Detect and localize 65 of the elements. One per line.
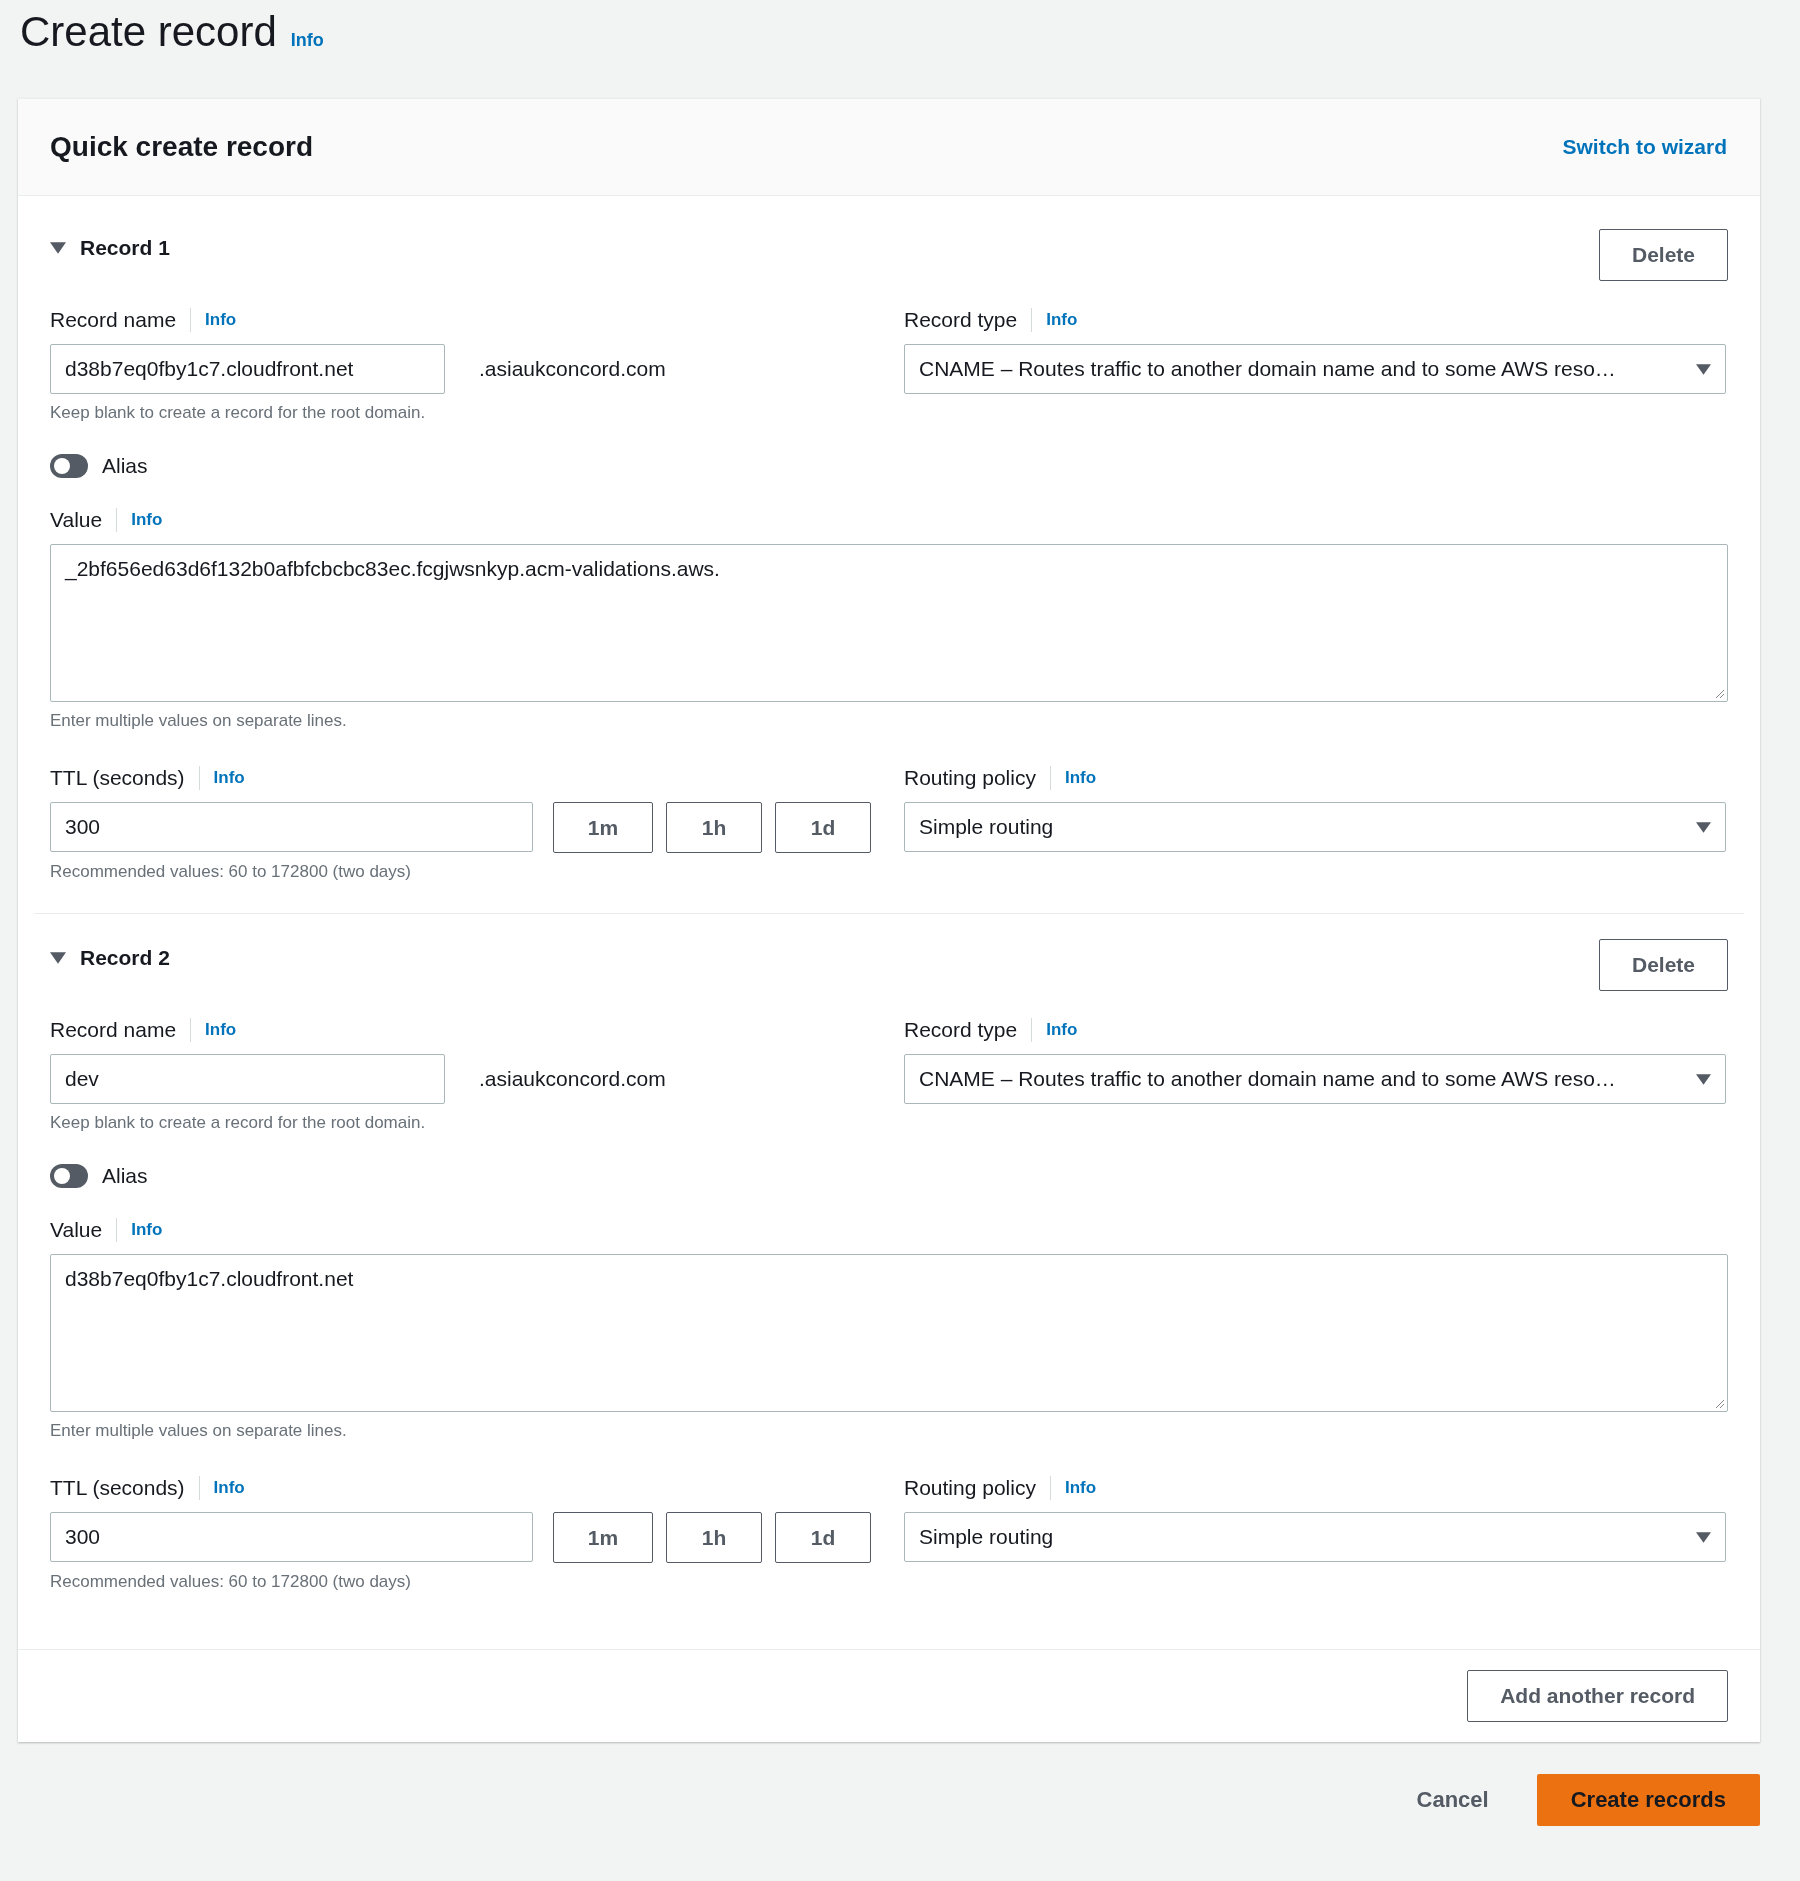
field-label: TTL (seconds) <box>50 1476 185 1500</box>
record-heading[interactable]: Record 1 <box>50 236 170 260</box>
cancel-button[interactable]: Cancel <box>1416 1787 1489 1813</box>
panel-title: Quick create record <box>50 131 314 163</box>
hint-text: Keep blank to create a record for the root domain. <box>50 402 427 424</box>
toggle-switch[interactable] <box>50 1164 88 1188</box>
input-field[interactable]: d38b7eq0fby1c7.cloudfront.net <box>50 344 445 394</box>
dropdown[interactable]: Simple routing <box>904 1512 1726 1562</box>
preset-button[interactable]: 1h <box>666 1512 762 1563</box>
switch-to-wizard-link[interactable]: Switch to wizard <box>1562 135 1727 159</box>
dropdown[interactable]: Simple routing <box>904 802 1726 852</box>
info-link[interactable]: Info <box>131 1220 163 1240</box>
domain-suffix: .asiaukconcord.com <box>479 357 666 381</box>
delete-button[interactable]: Delete <box>1598 229 1728 281</box>
hint-text: Keep blank to create a record for the root domain. <box>50 1112 427 1134</box>
info-link[interactable]: Info <box>213 768 245 788</box>
field-label: Value <box>50 508 103 532</box>
info-link[interactable]: Info <box>1064 1478 1097 1498</box>
toggle-label: Alias <box>102 1164 148 1188</box>
text-area[interactable]: _2bf656ed63d6f132b0afbfcbcbc83ec.fcgjwsnkyp.acm-validations.aws. <box>50 544 1728 702</box>
info-link[interactable]: Info <box>131 510 163 530</box>
input-field[interactable]: 300 <box>50 1512 533 1562</box>
hint-text: Recommended values: 60 to 172800 (two days) <box>50 861 412 883</box>
domain-suffix: .asiaukconcord.com <box>479 1067 666 1091</box>
info-link[interactable]: Info <box>205 310 237 330</box>
input-field[interactable]: dev <box>50 1054 445 1104</box>
create-records-button[interactable]: Create records <box>1536 1774 1760 1826</box>
dropdown-arrow-icon <box>1696 1531 1711 1543</box>
dropdown-arrow-icon <box>1696 1073 1711 1085</box>
delete-button[interactable]: Delete <box>1598 939 1728 991</box>
hint-text: Recommended values: 60 to 172800 (two days) <box>50 1571 412 1593</box>
toggle-switch[interactable] <box>50 454 88 478</box>
dropdown-arrow-icon <box>1696 821 1711 833</box>
dropdown-arrow-icon <box>1696 363 1711 375</box>
info-link[interactable]: Info <box>1064 768 1097 788</box>
field-label: Record name <box>50 308 177 332</box>
field-label: TTL (seconds) <box>50 766 185 790</box>
dropdown[interactable]: CNAME – Routes traffic to another domain name and to some AWS reso… <box>904 1054 1726 1104</box>
preset-button[interactable]: 1m <box>553 802 653 853</box>
field-label: Record type <box>904 1018 1018 1042</box>
field-label: Value <box>50 1218 103 1242</box>
info-link[interactable]: Info <box>1046 1020 1078 1040</box>
preset-button[interactable]: 1d <box>775 1512 871 1563</box>
input-field[interactable]: 300 <box>50 802 533 852</box>
dropdown[interactable]: CNAME – Routes traffic to another domain name and to some AWS reso… <box>904 344 1726 394</box>
field-label: Record name <box>50 1018 177 1042</box>
info-link[interactable]: Info <box>290 30 324 51</box>
hint-text: Enter multiple values on separate lines. <box>50 710 348 732</box>
preset-button[interactable]: 1m <box>553 1512 653 1563</box>
record-heading[interactable]: Record 2 <box>50 946 170 970</box>
resize-handle-icon[interactable] <box>1715 689 1725 699</box>
field-label: Routing policy <box>904 766 1036 790</box>
field-label: Routing policy <box>904 1476 1036 1500</box>
info-link[interactable]: Info <box>1046 310 1078 330</box>
field-label: Record type <box>904 308 1018 332</box>
preset-button[interactable]: 1h <box>666 802 762 853</box>
hint-text: Enter multiple values on separate lines. <box>50 1420 348 1442</box>
resize-handle-icon[interactable] <box>1715 1399 1725 1409</box>
toggle-label: Alias <box>102 454 148 478</box>
info-link[interactable]: Info <box>205 1020 237 1040</box>
add-record-button[interactable]: Add another record <box>1467 1670 1728 1722</box>
text-area[interactable]: d38b7eq0fby1c7.cloudfront.net <box>50 1254 1728 1412</box>
info-link[interactable]: Info <box>213 1478 245 1498</box>
page-title: Create record <box>20 8 277 56</box>
preset-button[interactable]: 1d <box>775 802 871 853</box>
